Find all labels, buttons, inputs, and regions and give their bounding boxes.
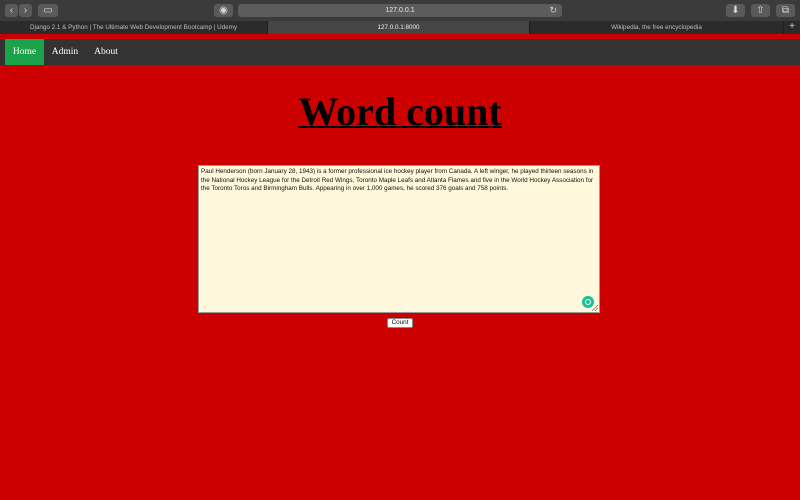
share-icon[interactable]: ⇧	[751, 4, 770, 17]
download-icon[interactable]: ⬇	[726, 4, 745, 17]
tab-udemy[interactable]: Django 2.1 & Python | The Ultimate Web D…	[0, 21, 268, 34]
navbar: Home Admin About	[0, 39, 800, 65]
forward-icon[interactable]: ›	[19, 4, 32, 17]
nav-admin[interactable]: Admin	[46, 39, 84, 65]
tab-label: Django 2.1 & Python | The Ultimate Web D…	[29, 24, 238, 31]
nav-about[interactable]: About	[88, 39, 124, 65]
text-input-area[interactable]: Paul Henderson (born January 28, 1943) i…	[198, 165, 600, 313]
url-text: 127.0.0.1	[385, 7, 415, 14]
grammarly-icon[interactable]	[582, 296, 594, 308]
back-icon[interactable]: ‹	[5, 4, 18, 17]
tabs-icon[interactable]: ⧉	[776, 4, 795, 17]
nav-home[interactable]: Home	[5, 39, 44, 65]
count-button[interactable]: Count	[387, 318, 413, 328]
textarea-value: Paul Henderson (born January 28, 1943) i…	[201, 168, 594, 193]
privacy-icon[interactable]: ◉	[214, 4, 233, 17]
browser-toolbar: ‹ › ▭ ◉ 127.0.0.1 ↻ ⬇ ⇧ ⧉	[0, 0, 800, 21]
tab-wikipedia[interactable]: Wikipedia, the free encyclopedia	[530, 21, 784, 34]
tab-label: Wikipedia, the free encyclopedia	[611, 24, 702, 31]
tab-localhost[interactable]: 127.0.0.1:8000	[268, 21, 530, 34]
new-tab-button[interactable]: +	[784, 21, 800, 34]
page-title: Word count	[298, 89, 502, 134]
tab-label: 127.0.0.1:8000	[377, 24, 420, 31]
tab-bar: Django 2.1 & Python | The Ultimate Web D…	[0, 21, 800, 34]
resize-handle[interactable]	[592, 305, 598, 311]
reload-icon[interactable]: ↻	[549, 4, 557, 17]
address-bar[interactable]: 127.0.0.1 ↻	[238, 4, 562, 17]
browser-chrome: ‹ › ▭ ◉ 127.0.0.1 ↻ ⬇ ⇧ ⧉ Django 2.1 & P…	[0, 0, 800, 34]
sidebar-icon[interactable]: ▭	[38, 4, 58, 17]
